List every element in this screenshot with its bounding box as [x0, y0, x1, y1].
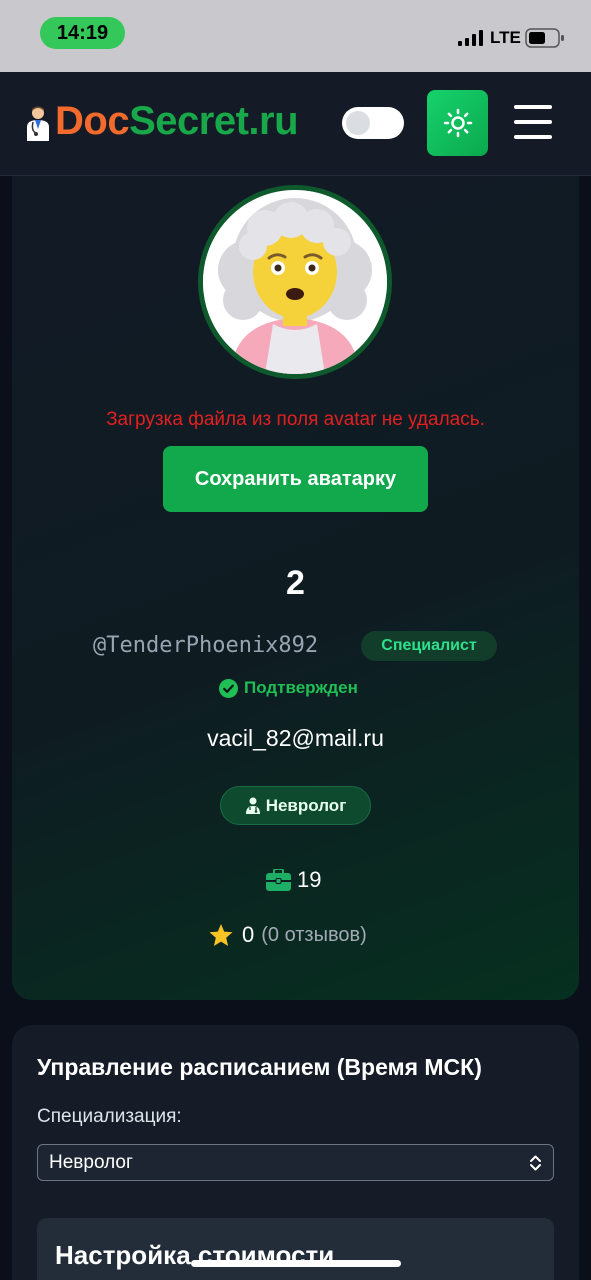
- rating-value: 0: [242, 922, 255, 947]
- chevron-up-down-icon: [530, 1155, 541, 1171]
- avatar[interactable]: [198, 185, 392, 379]
- specialization-select[interactable]: Невролог: [37, 1144, 554, 1181]
- logo-secret-text: Secret.ru: [129, 99, 298, 143]
- home-indicator[interactable]: [191, 1260, 401, 1267]
- signal-icon: [458, 30, 483, 46]
- specialty-label: Невролог: [265, 795, 347, 815]
- network-label: LTE: [490, 28, 521, 47]
- profile-number: 2: [286, 564, 305, 602]
- specialization-value: Невролог: [49, 1151, 133, 1173]
- email-address: vacil_82@mail.ru: [207, 725, 384, 751]
- theme-button[interactable]: [427, 90, 488, 156]
- sun-icon: [443, 108, 472, 138]
- experience-years: 19: [266, 867, 321, 893]
- avatar-upload-error: Загрузка файла из поля avatar не удалась…: [106, 409, 485, 430]
- site-header: DocSecret.ru: [0, 72, 591, 176]
- specialization-label: Специализация:: [37, 1106, 182, 1127]
- specialty-badge: Невролог: [220, 786, 371, 825]
- star-icon: [209, 923, 233, 946]
- schedule-title: Управление расписанием (Время МСК): [37, 1054, 482, 1080]
- doctor-icon: [245, 797, 260, 814]
- doctor-logo-icon[interactable]: [24, 105, 52, 143]
- price-settings-card: Настройка стоимости: [37, 1218, 554, 1280]
- verified-label: Подтвержден: [244, 678, 358, 697]
- save-avatar-button[interactable]: Сохранить аватарку: [163, 446, 428, 512]
- role-badge: Специалист: [361, 631, 497, 661]
- elderly-woman-avatar-icon: [203, 190, 387, 374]
- hamburger-menu-icon[interactable]: [514, 105, 552, 139]
- username: @TenderPhoenix892: [93, 633, 319, 658]
- check-circle-icon: [219, 678, 238, 698]
- status-time: 14:19: [40, 17, 125, 49]
- briefcase-icon: [266, 869, 291, 891]
- profile-card: Загрузка файла из поля avatar не удалась…: [12, 176, 579, 1000]
- status-bar: 14:19 LTE: [0, 0, 591, 72]
- theme-toggle[interactable]: [342, 107, 404, 139]
- verified-status: Подтвержден: [219, 678, 358, 698]
- reviews-count[interactable]: (0 отзывов): [261, 924, 367, 947]
- rating: 0 (0 отзывов): [208, 922, 367, 948]
- experience-value: 19: [297, 867, 322, 892]
- schedule-card: Управление расписанием (Время МСК) Специ…: [12, 1025, 579, 1280]
- logo-doc-text: Doc: [55, 99, 130, 143]
- toggle-knob: [346, 111, 370, 135]
- site-logo[interactable]: DocSecret.ru: [55, 99, 298, 144]
- battery-icon: [525, 28, 564, 48]
